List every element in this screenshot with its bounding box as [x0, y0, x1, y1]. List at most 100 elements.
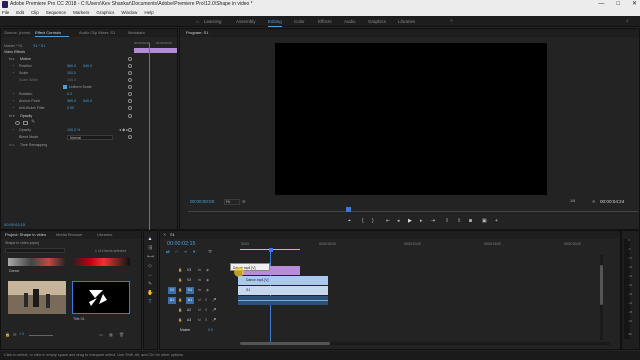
effect-current-time[interactable]: 00:00:02:15	[4, 222, 25, 227]
blend-mode-select[interactable]: Normal	[67, 135, 113, 140]
thumbnail-top-left[interactable]	[8, 258, 66, 266]
sequence-clip-label[interactable]: S1 * S1	[33, 43, 45, 49]
item-name-dance[interactable]: Dance	[9, 269, 19, 273]
clip-s1-nest[interactable]: S1	[238, 286, 328, 295]
reset-icon[interactable]	[128, 106, 132, 110]
pen-tool-icon[interactable]: ✎	[147, 281, 153, 287]
extract-icon[interactable]: ⇪	[457, 218, 461, 224]
program-timecode[interactable]: 00:00:00:00	[190, 199, 214, 204]
clip-audio[interactable]	[238, 296, 328, 305]
source-patch-a1[interactable]: A1	[168, 297, 176, 304]
selection-tool-icon[interactable]: ▲	[147, 236, 153, 242]
tab-libraries[interactable]: Libraries	[97, 231, 112, 239]
razor-tool-icon[interactable]: ◇	[147, 263, 153, 269]
rectangle-mask-icon[interactable]	[23, 121, 28, 125]
type-tool-icon[interactable]: T	[147, 299, 153, 305]
delete-icon[interactable]: 🗑	[119, 332, 124, 337]
reset-icon[interactable]	[128, 135, 132, 139]
lock-icon[interactable]: 🔒	[178, 278, 182, 282]
anti-flicker-value[interactable]: 0.00	[67, 105, 74, 111]
linked-selection-icon[interactable]: ∞	[184, 249, 187, 254]
lock-icon[interactable]: 🔒	[178, 288, 182, 292]
program-video-frame[interactable]	[275, 43, 547, 195]
solo-button[interactable]: S	[205, 318, 207, 322]
search-icon[interactable]: ⌕	[626, 18, 629, 24]
export-frame-icon[interactable]: ◙	[469, 218, 472, 224]
anchor-x[interactable]: 960.0	[67, 98, 76, 104]
maximize-button[interactable]: □	[616, 0, 620, 9]
sync-lock-icon[interactable]: ⇆	[198, 278, 201, 282]
wrench-icon[interactable]: ⚒	[242, 199, 246, 204]
reset-icon[interactable]	[128, 57, 132, 61]
voiceover-icon[interactable]: 🎤	[212, 308, 216, 312]
stopwatch-icon[interactable]: ◔	[12, 105, 14, 111]
tab-sequence-s1[interactable]: S1	[170, 231, 175, 239]
compare-icon[interactable]: ▣	[482, 218, 487, 224]
close-button[interactable]: ✕	[632, 0, 637, 9]
timeline-vertical-scrollbar[interactable]	[600, 255, 603, 340]
track-name-v1[interactable]: V1	[186, 287, 194, 294]
tab-audio-clip-mixer[interactable]: Audio Clip Mixer: S1	[79, 29, 115, 37]
menu-markers[interactable]: Markers	[73, 9, 89, 16]
tab-program[interactable]: Program: S1	[186, 29, 208, 37]
stopwatch-icon[interactable]: ◔	[12, 91, 14, 97]
go-to-out-icon[interactable]: ⇥	[431, 218, 435, 224]
sync-lock-icon[interactable]: ⇆	[198, 288, 201, 292]
project-search-input[interactable]	[5, 248, 65, 253]
menu-window[interactable]: Window	[121, 9, 137, 16]
workspace-learning[interactable]: Learning	[204, 16, 222, 27]
reset-icon[interactable]	[128, 99, 132, 103]
reset-icon[interactable]	[128, 114, 132, 118]
effect-clip-bar[interactable]	[134, 48, 177, 53]
workspace-libraries[interactable]: Libraries	[398, 16, 415, 27]
minimize-button[interactable]: —	[598, 0, 604, 9]
reset-icon[interactable]	[128, 64, 132, 68]
lock-icon[interactable]: 🔒	[178, 268, 182, 272]
solo-button[interactable]: S	[205, 308, 207, 312]
position-x[interactable]: 960.0	[67, 63, 76, 69]
menu-clip[interactable]: Clip	[31, 9, 39, 16]
nest-toggle-icon[interactable]: ⇄	[166, 249, 170, 255]
add-marker-icon[interactable]: ▾	[193, 249, 195, 255]
quality-select[interactable]: 1/4	[570, 199, 584, 205]
tab-source[interactable]: Source: (none)	[4, 29, 30, 37]
step-forward-icon[interactable]: ▸	[420, 218, 423, 224]
workspace-graphics[interactable]: Graphics	[368, 16, 386, 27]
menu-sequence[interactable]: Sequence	[46, 9, 66, 16]
lock-icon[interactable]: 🔒	[178, 318, 182, 322]
mute-button[interactable]: M	[198, 318, 201, 322]
menu-graphics[interactable]: Graphics	[96, 9, 114, 16]
voiceover-icon[interactable]: 🎤	[212, 318, 216, 322]
mute-button[interactable]: M	[198, 308, 201, 312]
effect-playhead[interactable]	[149, 43, 150, 231]
pen-mask-icon[interactable]: ✎	[31, 119, 35, 125]
reset-icon[interactable]	[128, 85, 132, 89]
program-playhead[interactable]	[346, 207, 351, 212]
mark-out-icon[interactable]: }	[372, 218, 374, 224]
position-y[interactable]: 540.0	[83, 63, 92, 69]
lock-icon[interactable]: 🔒	[178, 308, 182, 312]
menu-edit[interactable]: Edit	[16, 9, 24, 16]
timeline-scrollbar[interactable]	[240, 342, 610, 345]
reset-icon[interactable]	[128, 92, 132, 96]
track-name-v3[interactable]: V3	[187, 268, 191, 272]
ellipse-mask-icon[interactable]	[15, 121, 20, 125]
timeline-timecode[interactable]: 00:00:02:15	[167, 241, 195, 247]
go-to-in-icon[interactable]: ⇤	[386, 218, 390, 224]
workspace-editing[interactable]: Editing	[268, 16, 282, 27]
timeline-settings-icon[interactable]: ⚒	[208, 249, 212, 255]
snap-icon[interactable]: ∩	[175, 249, 178, 254]
source-patch-v1[interactable]: V1	[168, 287, 176, 294]
settings-wrench-icon[interactable]: ⚙	[592, 199, 596, 204]
reset-icon[interactable]	[128, 78, 132, 82]
eye-icon[interactable]: ◉	[206, 268, 209, 272]
track-select-tool-icon[interactable]: ⇶	[147, 245, 153, 251]
new-bin-icon[interactable]: ▭	[99, 332, 103, 337]
eye-icon[interactable]: ◉	[206, 278, 209, 282]
mark-in-icon[interactable]: {	[362, 218, 364, 224]
reset-icon[interactable]	[128, 71, 132, 75]
zoom-slider[interactable]	[29, 335, 53, 336]
clip-dance-video[interactable]: Dance.mp4 [V]	[238, 276, 328, 285]
eye-icon[interactable]: ◉	[206, 288, 209, 292]
add-marker-icon[interactable]: ⌖	[348, 218, 351, 224]
